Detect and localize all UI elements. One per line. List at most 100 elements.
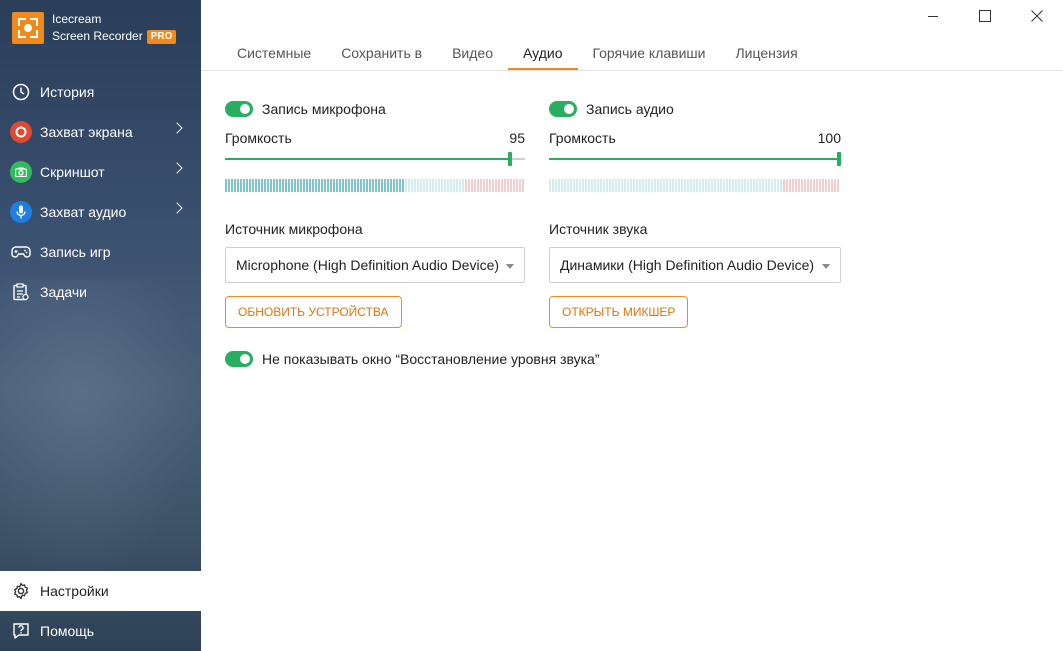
meter-bar — [522, 179, 524, 192]
audio-record-label: Запись аудио — [586, 101, 674, 117]
sidebar-item-screenshot[interactable]: Скриншот — [0, 152, 201, 192]
meter-bar — [624, 179, 626, 192]
sidebar-item-game-recording[interactable]: Запись игр — [0, 232, 201, 272]
audio-volume-slider[interactable] — [549, 152, 841, 166]
meter-bar — [810, 179, 812, 192]
meter-bar — [780, 179, 782, 192]
meter-bar — [483, 179, 485, 192]
meter-bar — [585, 179, 587, 192]
refresh-devices-button[interactable]: ОБНОВИТЬ УСТРОЙСТВА — [225, 296, 402, 328]
tasks-icon — [10, 281, 32, 303]
microphone-volume-slider[interactable] — [225, 152, 525, 166]
microphone-volume-thumb[interactable] — [508, 152, 512, 166]
meter-bar — [360, 179, 362, 192]
meter-bar — [651, 179, 653, 192]
meter-bar — [231, 179, 233, 192]
meter-bar — [804, 179, 806, 192]
meter-bar — [792, 179, 794, 192]
meter-bar — [420, 179, 422, 192]
meter-bar — [807, 179, 809, 192]
meter-bar — [252, 179, 254, 192]
meter-bar — [633, 179, 635, 192]
microphone-level-meter — [225, 179, 525, 192]
meter-bar — [330, 179, 332, 192]
audio-source-value: Динамики (High Definition Audio Device) — [560, 257, 815, 273]
tab-hotkeys[interactable]: Горячие клавиши — [578, 38, 721, 70]
meter-bar — [615, 179, 617, 192]
audio-source-select[interactable]: Динамики (High Definition Audio Device) — [549, 247, 841, 283]
tab-license[interactable]: Лицензия — [720, 38, 812, 70]
meter-bar — [708, 179, 710, 192]
sidebar-item-tasks[interactable]: Задачи — [0, 272, 201, 312]
restore-volume-label: Не показывать окно “Восстановление уровн… — [262, 351, 600, 367]
sidebar-item-label: История — [40, 84, 95, 100]
meter-bar — [747, 179, 749, 192]
open-mixer-button[interactable]: ОТКРЫТЬ МИКШЕР — [549, 296, 689, 328]
meter-bar — [627, 179, 629, 192]
microphone-source-value: Microphone (High Definition Audio Device… — [236, 257, 500, 273]
meter-bar — [795, 179, 797, 192]
meter-bar — [348, 179, 350, 192]
tab-system[interactable]: Системные — [222, 38, 326, 70]
meter-bar — [762, 179, 764, 192]
meter-bar — [558, 179, 560, 192]
sidebar-item-history[interactable]: История — [0, 72, 201, 112]
maximize-button[interactable] — [959, 0, 1011, 32]
microphone-volume-fill — [225, 158, 510, 160]
meter-bar — [477, 179, 479, 192]
meter-bar — [435, 179, 437, 192]
meter-bar — [672, 179, 674, 192]
meter-bar — [225, 179, 227, 192]
sidebar-bottom-nav: Настройки Помощь — [0, 571, 201, 651]
meter-bar — [717, 179, 719, 192]
meter-bar — [381, 179, 383, 192]
tab-video[interactable]: Видео — [437, 38, 508, 70]
tab-save-to[interactable]: Сохранить в — [326, 38, 437, 70]
meter-bar — [768, 179, 770, 192]
restore-volume-toggle[interactable] — [225, 351, 253, 367]
pro-badge: PRO — [146, 30, 177, 44]
audio-level-meter — [549, 179, 841, 192]
microphone-source-select[interactable]: Microphone (High Definition Audio Device… — [225, 247, 525, 283]
tab-audio[interactable]: Аудио — [508, 38, 578, 70]
meter-bar — [666, 179, 668, 192]
meter-bar — [687, 179, 689, 192]
sidebar-item-help[interactable]: Помощь — [0, 611, 201, 651]
chevron-right-icon — [171, 162, 183, 174]
meter-bar — [432, 179, 434, 192]
sidebar-nav: История Захват экрана Скриншот Захват ау… — [0, 72, 201, 312]
meter-bar — [303, 179, 305, 192]
audio-record-toggle[interactable] — [549, 101, 577, 117]
logo-icon — [12, 12, 44, 44]
meter-bar — [357, 179, 359, 192]
meter-bar — [642, 179, 644, 192]
meter-bar — [678, 179, 680, 192]
meter-bar — [240, 179, 242, 192]
meter-bar — [480, 179, 482, 192]
meter-bar — [339, 179, 341, 192]
settings-tabs: Системные Сохранить в Видео Аудио Горячи… — [222, 38, 813, 70]
meter-bar — [816, 179, 818, 192]
meter-bar — [690, 179, 692, 192]
microphone-record-toggle[interactable] — [225, 101, 253, 117]
meter-bar — [657, 179, 659, 192]
audio-volume-thumb[interactable] — [837, 152, 841, 166]
sidebar-item-label: Настройки — [40, 583, 109, 599]
meter-bar — [438, 179, 440, 192]
meter-bar — [237, 179, 239, 192]
meter-bar — [363, 179, 365, 192]
sidebar-item-screen-capture[interactable]: Захват экрана — [0, 112, 201, 152]
meter-bar — [249, 179, 251, 192]
sidebar: Icecream Screen Recorder PRO История Захв… — [0, 0, 201, 651]
clock-icon — [10, 81, 32, 103]
minimize-button[interactable] — [907, 0, 959, 32]
sidebar-item-audio-capture[interactable]: Захват аудио — [0, 192, 201, 232]
close-button[interactable] — [1011, 0, 1063, 32]
meter-bar — [417, 179, 419, 192]
meter-bar — [552, 179, 554, 192]
microphone-record-label: Запись микрофона — [262, 101, 386, 117]
sidebar-item-settings[interactable]: Настройки — [0, 571, 201, 611]
meter-bar — [618, 179, 620, 192]
meter-bar — [759, 179, 761, 192]
meter-bar — [450, 179, 452, 192]
